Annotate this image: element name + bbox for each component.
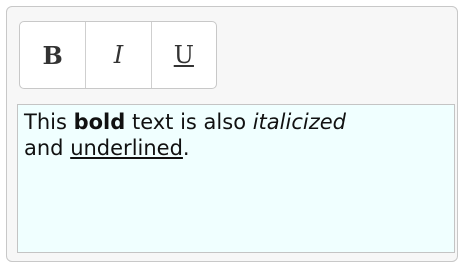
editor-line-2: and underlined.: [24, 135, 448, 161]
editor-text: .: [182, 136, 190, 160]
editor-text: This: [24, 110, 74, 134]
editor-line-1: This bold text is also italicized: [24, 109, 448, 135]
underlined-text: underlined: [70, 136, 183, 160]
formatting-toolbar: B I U: [19, 21, 217, 89]
bold-text: bold: [73, 110, 126, 134]
italic-text: italicized: [252, 110, 346, 134]
editor-text: and: [24, 136, 71, 160]
editor-text: text is also: [125, 110, 253, 134]
italic-button[interactable]: I: [85, 22, 150, 88]
rich-text-editor[interactable]: This bold text is also italicized and un…: [17, 104, 455, 253]
editor-panel: B I U This bold text is also italicized …: [6, 6, 458, 262]
bold-button[interactable]: B: [20, 22, 85, 88]
underline-button[interactable]: U: [150, 22, 216, 88]
